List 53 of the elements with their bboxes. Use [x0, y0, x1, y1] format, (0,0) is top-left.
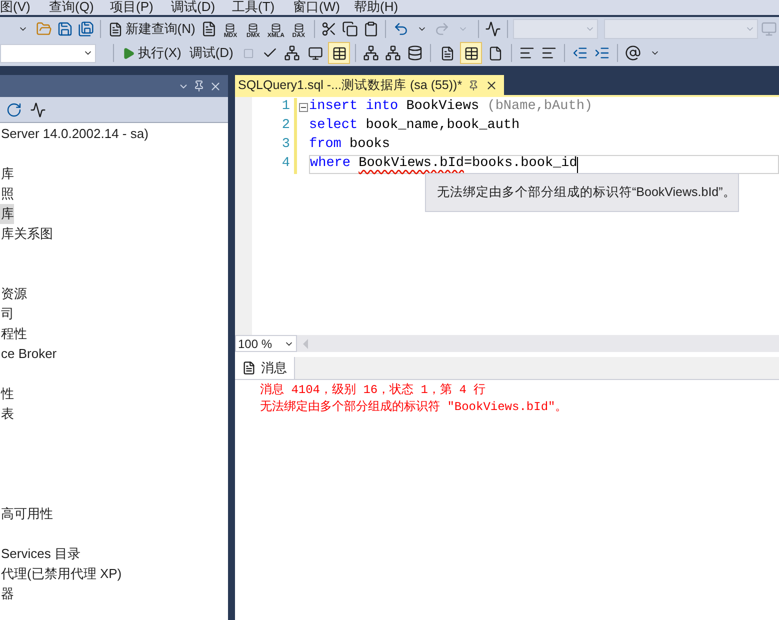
tree-item[interactable]: 代理(已禁用代理 XP) [0, 564, 122, 584]
menu-item[interactable]: 项目(P) [109, 0, 170, 15]
error-identifier: BookViews.bId [358, 155, 464, 174]
database-icon [248, 23, 258, 33]
pin-icon[interactable] [193, 80, 205, 92]
code-text: =books.book_id [464, 155, 578, 174]
error-message: 无法绑定由多个部分组成的标识符 "BookViews.bId"。 [260, 399, 568, 416]
line-number: 1 [280, 98, 291, 116]
execute-button[interactable]: 执行(X) [119, 43, 184, 63]
query-plan-icon[interactable] [282, 43, 302, 63]
close-icon[interactable] [485, 78, 498, 92]
code-text: books [350, 136, 390, 154]
line-number: 3 [280, 136, 291, 154]
grid-icon[interactable] [460, 42, 482, 64]
line-number: 2 [280, 117, 291, 136]
code-text: book_name,book_auth [366, 117, 520, 136]
menu-item[interactable]: 图(V) [0, 0, 48, 15]
menu-item[interactable]: 窗口(W) [292, 0, 353, 15]
sql-keyword: select [309, 117, 358, 136]
dropdown-field[interactable] [513, 19, 598, 39]
database-icon [270, 23, 281, 33]
menu-item[interactable]: 调试(D) [170, 0, 231, 15]
messages-icon [242, 361, 256, 375]
sql-keyword: insert [309, 98, 358, 116]
editor-tab[interactable]: SQLQuery1.sql -...测试数据库 (sa (55))* [235, 75, 504, 95]
document-icon [108, 22, 124, 36]
menu-item[interactable]: 查询(Q) [48, 0, 109, 15]
line-number: 4 [280, 155, 291, 174]
new-query-button[interactable]: 新建查询(N) [106, 19, 198, 39]
dropdown-field[interactable] [604, 19, 758, 39]
sql-keyword: where [310, 155, 351, 174]
text-caret [577, 156, 578, 172]
collapse-icon[interactable] [298, 103, 308, 112]
tree-item[interactable]: 库 [0, 204, 14, 224]
save-all-icon[interactable] [76, 19, 96, 39]
code-text: BookViews [406, 98, 480, 116]
database-icon [294, 23, 304, 33]
error-tooltip: 无法绑定由多个部分组成的标识符“BookViews.bId”。 [425, 173, 739, 212]
activity-monitor-icon[interactable] [484, 19, 502, 39]
sql-keyword: from [309, 136, 342, 154]
sql-keyword: into [366, 98, 398, 116]
menu-item[interactable]: 帮助(H) [353, 0, 414, 15]
code-text: (bName,bAuth) [487, 98, 593, 116]
database-icon [225, 23, 236, 33]
copy-icon[interactable] [340, 19, 360, 39]
pin-icon[interactable] [468, 80, 480, 90]
messages-tab[interactable]: 消息 [235, 357, 295, 379]
results-grid-icon[interactable] [328, 42, 350, 64]
menu-item[interactable]: 工具(T) [231, 0, 292, 15]
zoom-dropdown[interactable]: 100 % [235, 335, 297, 352]
play-icon [122, 46, 135, 60]
error-message: 消息 4104，级别 16，状态 1，第 4 行 [260, 382, 486, 399]
debug-button[interactable]: 调试(D) [186, 43, 236, 63]
